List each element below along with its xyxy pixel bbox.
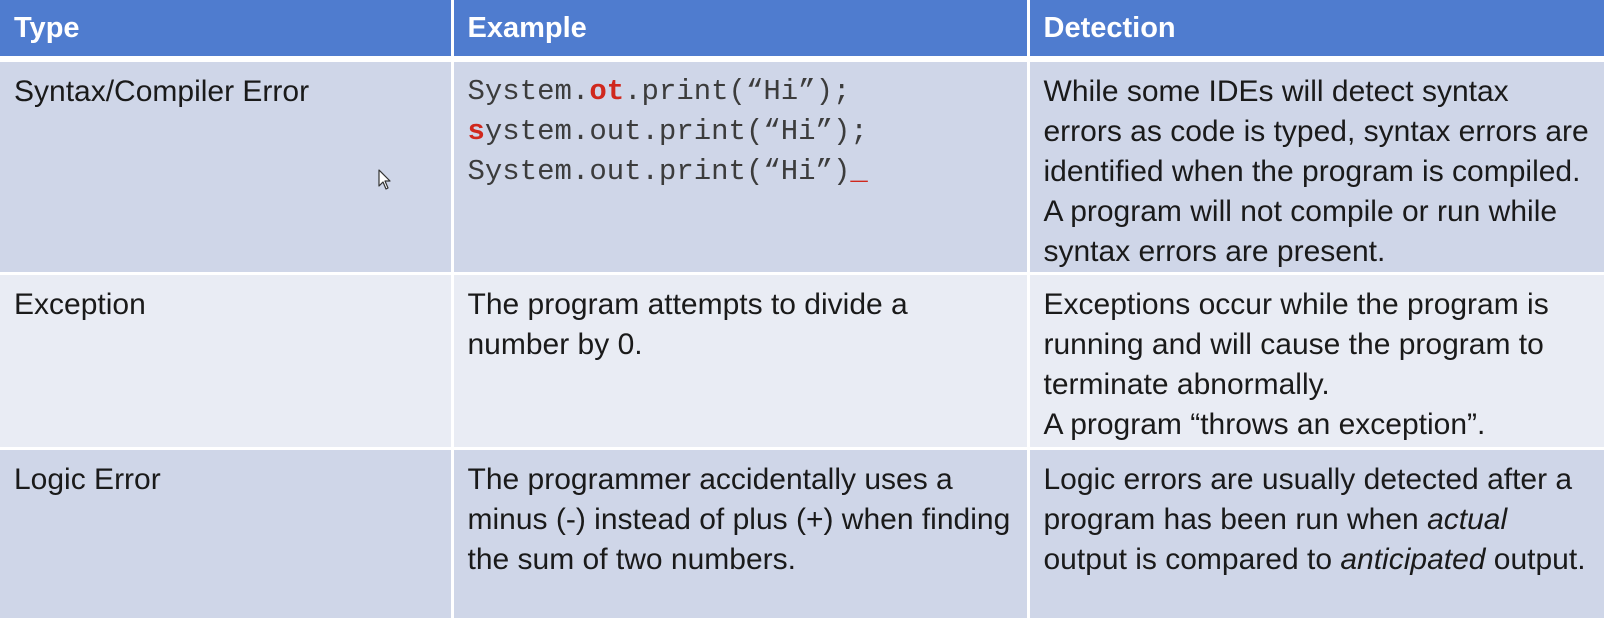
code-text: ystem.out.print(“Hi”); — [484, 115, 868, 148]
cell-detection: Logic errors are usually detected after … — [1028, 448, 1604, 618]
cell-example: The programmer accidentally uses a minus… — [452, 448, 1030, 618]
table-row-syntax-error: Syntax/Compiler Error System.ot.print(“H… — [0, 59, 1604, 275]
cell-detection: Exceptions occur while the program is ru… — [1028, 273, 1604, 450]
detection-emphasis: actual — [1427, 503, 1508, 536]
header-detection: Detection — [1028, 0, 1604, 62]
cell-example: The program attempts to divide a number … — [452, 273, 1030, 450]
detection-emphasis: anticipated — [1340, 543, 1486, 576]
code-text: System. — [467, 75, 590, 108]
mouse-pointer-icon — [378, 169, 391, 190]
header-row: Type Example Detection — [0, 0, 1604, 62]
header-type: Type — [0, 0, 454, 62]
code-line-1: System.ot.print(“Hi”); — [468, 72, 1013, 112]
cell-type: Logic Error — [0, 448, 454, 618]
cell-example-code: System.ot.print(“Hi”); system.out.print(… — [452, 59, 1030, 275]
cell-type: Exception — [0, 273, 454, 450]
detection-text: output. — [1485, 543, 1586, 576]
table-row-logic-error: Logic Error The programmer accidentally … — [0, 448, 1604, 618]
code-error-highlight: s — [467, 115, 485, 148]
header-example: Example — [452, 0, 1030, 62]
detection-text: Exceptions occur while the program is ru… — [1043, 288, 1549, 401]
cell-detection: While some IDEs will detect syntax error… — [1028, 59, 1604, 275]
slide: Type Example Detection Syntax/Compiler E… — [0, 0, 1604, 618]
error-types-table: Type Example Detection Syntax/Compiler E… — [0, 0, 1604, 618]
code-text: .print(“Hi”); — [624, 75, 851, 108]
code-text: System.out.print(“Hi”) — [467, 155, 851, 188]
code-line-3: System.out.print(“Hi”)_ — [468, 152, 1013, 192]
code-error-highlight: ot — [589, 75, 625, 108]
detection-text: output is compared to — [1043, 543, 1341, 576]
cell-type: Syntax/Compiler Error — [0, 59, 454, 275]
table-row-exception: Exception The program attempts to divide… — [0, 273, 1604, 450]
code-error-missing-semicolon: _ — [850, 155, 868, 188]
detection-extra-text: A program “throws an exception”. — [1043, 408, 1486, 441]
code-line-2: system.out.print(“Hi”); — [468, 112, 1013, 152]
